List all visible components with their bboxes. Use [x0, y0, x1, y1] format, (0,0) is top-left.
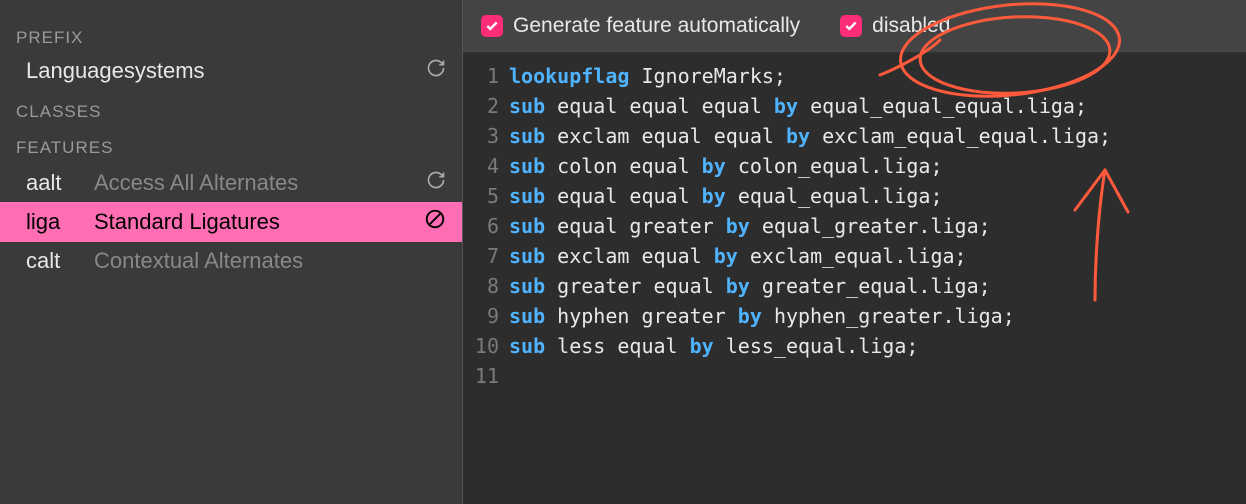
features-header: FEATURES: [0, 128, 462, 164]
classes-header: CLASSES: [0, 92, 462, 128]
code-line[interactable]: sub equal equal equal by equal_equal_equ…: [509, 91, 1246, 121]
disabled-checkbox[interactable]: [840, 15, 862, 37]
feature-label: Access All Alternates: [94, 170, 426, 196]
prefix-label: Languagesystems: [26, 58, 426, 84]
feature-item-liga[interactable]: ligaStandard Ligatures: [0, 202, 462, 242]
code-line[interactable]: sub hyphen greater by hyphen_greater.lig…: [509, 301, 1246, 331]
line-number: 9: [463, 301, 499, 331]
line-number: 5: [463, 181, 499, 211]
code-line[interactable]: sub exclam equal by exclam_equal.liga;: [509, 241, 1246, 271]
line-number: 11: [463, 361, 499, 391]
feature-item-calt[interactable]: caltContextual Alternates: [0, 242, 462, 280]
code-line[interactable]: [509, 361, 1246, 391]
code-editor[interactable]: 1234567891011 lookupflag IgnoreMarks;sub…: [463, 53, 1246, 504]
disabled-icon: [424, 208, 446, 236]
feature-tag: liga: [26, 209, 94, 235]
feature-label: Standard Ligatures: [94, 209, 424, 235]
line-number: 10: [463, 331, 499, 361]
code-line[interactable]: sub less equal by less_equal.liga;: [509, 331, 1246, 361]
editor-gutter: 1234567891011: [463, 61, 509, 504]
feature-tag: aalt: [26, 170, 94, 196]
feature-item-aalt[interactable]: aaltAccess All Alternates: [0, 164, 462, 202]
code-line[interactable]: sub colon equal by colon_equal.liga;: [509, 151, 1246, 181]
sidebar-item-languagesystems[interactable]: Languagesystems: [0, 54, 462, 92]
feature-label: Contextual Alternates: [94, 248, 446, 274]
line-number: 8: [463, 271, 499, 301]
line-number: 1: [463, 61, 499, 91]
feature-tag: calt: [26, 248, 94, 274]
code-line[interactable]: sub exclam equal equal by exclam_equal_e…: [509, 121, 1246, 151]
code-line[interactable]: sub greater equal by greater_equal.liga;: [509, 271, 1246, 301]
prefix-header: PREFIX: [0, 18, 462, 54]
line-number: 6: [463, 211, 499, 241]
line-number: 2: [463, 91, 499, 121]
main-panel: Generate feature automatically disabled …: [463, 0, 1246, 504]
line-number: 7: [463, 241, 499, 271]
disabled-label[interactable]: disabled: [872, 14, 950, 38]
generate-label[interactable]: Generate feature automatically: [513, 14, 800, 38]
code-line[interactable]: lookupflag IgnoreMarks;: [509, 61, 1246, 91]
code-line[interactable]: sub equal greater by equal_greater.liga;: [509, 211, 1246, 241]
generate-checkbox[interactable]: [481, 15, 503, 37]
line-number: 3: [463, 121, 499, 151]
refresh-icon[interactable]: [426, 58, 446, 84]
refresh-icon: [426, 170, 446, 196]
toolbar: Generate feature automatically disabled: [463, 0, 1246, 53]
sidebar: PREFIX Languagesystems CLASSES FEATURES …: [0, 0, 463, 504]
line-number: 4: [463, 151, 499, 181]
editor-code[interactable]: lookupflag IgnoreMarks;sub equal equal e…: [509, 61, 1246, 504]
code-line[interactable]: sub equal equal by equal_equal.liga;: [509, 181, 1246, 211]
